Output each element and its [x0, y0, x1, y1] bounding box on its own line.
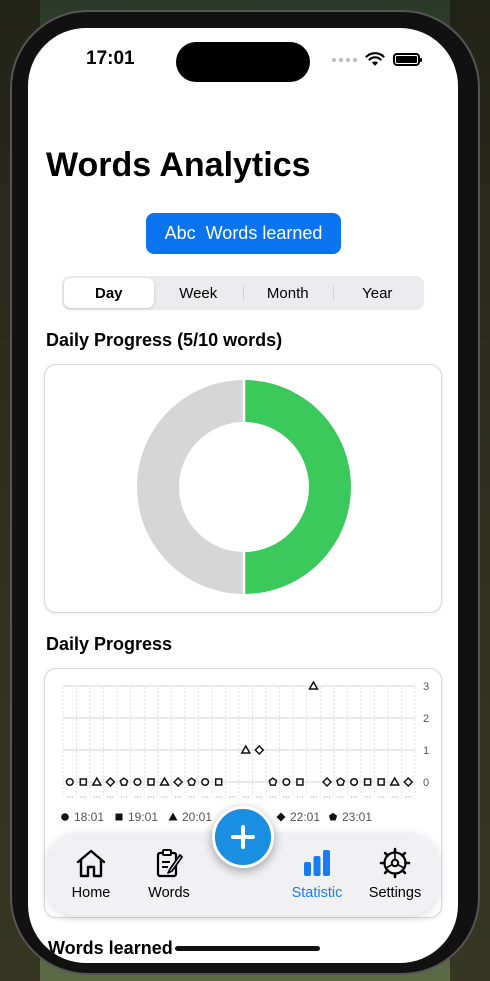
words-learned-section-title: Words learned [48, 938, 173, 958]
tab-statistic[interactable]: Statistic [278, 847, 356, 901]
segment-week[interactable]: Week [154, 278, 244, 308]
y-tick-label: 1 [423, 745, 429, 757]
daily-progress-donut-title: Daily Progress (5/10 words) [46, 330, 283, 350]
pencil-note-icon [156, 849, 183, 878]
data-point [133, 777, 142, 787]
legend-label: 19:01 [128, 810, 158, 824]
data-point [403, 776, 414, 788]
tab-home[interactable]: Home [52, 847, 130, 901]
daily-progress-scatter-title: Daily Progress [46, 634, 173, 654]
period-segmented-control: Day Week Month Year [62, 276, 424, 310]
y-tick-label: 2 [423, 713, 429, 725]
segment-day[interactable]: Day [64, 278, 154, 308]
data-point [119, 777, 129, 786]
page-title: Words Analytics [46, 146, 311, 184]
data-point [308, 680, 319, 690]
data-point [105, 776, 116, 788]
house-icon [76, 849, 106, 878]
data-point [91, 776, 103, 786]
data-point [321, 776, 333, 788]
donut-learned-segment [244, 380, 351, 594]
data-point [147, 778, 155, 786]
wifi-icon [365, 52, 385, 66]
donut-card [44, 364, 442, 613]
dynamic-island [176, 42, 310, 82]
cellular-signal-icon [332, 57, 357, 62]
bar-chart-icon [304, 850, 330, 876]
data-point [173, 776, 184, 788]
data-point [65, 777, 74, 787]
data-point [79, 778, 88, 786]
words-learned-button[interactable]: Abc Words learned [146, 213, 341, 254]
data-point [201, 777, 210, 787]
gear-icon [379, 847, 411, 879]
legend-marker [328, 812, 338, 821]
data-point [282, 777, 291, 787]
data-point [240, 744, 252, 754]
tab-words[interactable]: Words [130, 847, 208, 901]
data-point [254, 744, 265, 756]
tab-statistic-label: Statistic [291, 885, 343, 901]
tab-home-label: Home [71, 885, 111, 901]
legend-marker [168, 812, 178, 821]
legend-label: 20:01 [182, 810, 212, 824]
legend-label: 18:01 [74, 810, 104, 824]
legend-marker [115, 813, 123, 821]
segment-year[interactable]: Year [332, 278, 423, 308]
tab-settings[interactable]: Settings [356, 847, 434, 901]
donut-remaining-segment [137, 380, 244, 594]
data-point [389, 776, 400, 786]
data-point [214, 778, 223, 786]
y-tick-label: 3 [423, 681, 429, 693]
data-point [363, 778, 372, 786]
data-point [159, 776, 170, 786]
data-point [350, 777, 359, 787]
legend-marker [61, 813, 69, 821]
y-tick-label: 0 [423, 777, 429, 789]
legend-label: 22:01 [290, 810, 320, 824]
data-point [268, 777, 278, 786]
legend-marker [276, 812, 286, 822]
data-point [336, 777, 346, 786]
add-word-button[interactable] [212, 806, 274, 868]
battery-icon [393, 53, 422, 66]
status-indicators [332, 52, 422, 67]
legend-label: 23:01 [342, 810, 372, 824]
home-indicator [175, 946, 320, 951]
status-time: 17:01 [86, 48, 135, 69]
data-point [377, 778, 385, 786]
donut-chart [137, 379, 351, 595]
data-point [187, 777, 197, 786]
app-screen: 17:01 Words Analytics Abc Words learned … [28, 28, 458, 963]
segment-month[interactable]: Month [243, 278, 333, 308]
abc-icon: Abc [164, 223, 196, 243]
words-learned-label: Words learned [205, 223, 323, 243]
tab-settings-label: Settings [368, 885, 422, 901]
tab-words-label: Words [148, 885, 190, 901]
plus-icon [231, 825, 255, 849]
data-point [296, 778, 304, 786]
